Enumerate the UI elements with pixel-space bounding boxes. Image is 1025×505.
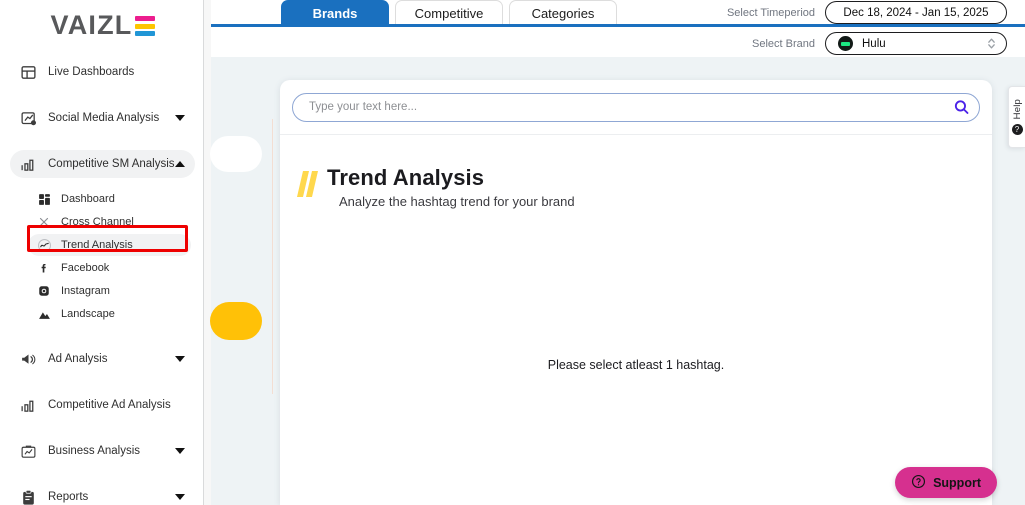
sidebar-subitem-instagram[interactable]: Instagram [28, 280, 191, 302]
sidebar-item-reports[interactable]: Reports [10, 483, 195, 505]
sidebar-subnav-competitive-sm: Dashboard Cross Channel Trend Analysis F… [0, 188, 205, 325]
sidebar-nav: Live Dashboards Social Media Analysis Co… [0, 58, 205, 505]
background-pill-white [210, 136, 262, 172]
background-pill-yellow [210, 302, 262, 340]
chart-badge-icon [18, 108, 38, 128]
grid-icon [36, 191, 52, 207]
sidebar-item-label: Competitive Ad Analysis [48, 399, 171, 411]
cross-icon [36, 214, 52, 230]
help-tab[interactable]: Help ? [1008, 86, 1025, 148]
search-area [280, 80, 992, 135]
sidebar-subitem-dashboard[interactable]: Dashboard [28, 188, 191, 210]
sidebar-item-label: Reports [48, 491, 89, 503]
sidebar-item-label: Live Dashboards [48, 66, 135, 78]
brand-value: Hulu [862, 37, 886, 50]
background-accent-line [272, 119, 273, 394]
briefcase-chart-icon [18, 441, 38, 461]
sidebar-item-label: Ad Analysis [48, 353, 108, 365]
sidebar-subitem-label: Facebook [61, 262, 110, 274]
chevron-updown-icon[interactable] [987, 37, 996, 50]
sidebar-subitem-facebook[interactable]: Facebook [28, 257, 191, 279]
top-bar: Brands Competitive Categories Select Tim… [211, 0, 1025, 57]
support-label: Support [933, 475, 981, 490]
megaphone-icon [18, 349, 38, 369]
landscape-icon [36, 306, 52, 322]
timeperiod-selector[interactable]: Dec 18, 2024 - Jan 15, 2025 [825, 1, 1007, 24]
brand-selector-row: Select Brand Hulu [752, 31, 1007, 56]
chevron-down-icon[interactable] [175, 115, 185, 121]
search-wrapper [292, 92, 980, 122]
tab-competitive[interactable]: Competitive [395, 0, 503, 25]
sidebar-item-ad-analysis[interactable]: Ad Analysis [10, 345, 195, 373]
sidebar-item-business-analysis[interactable]: Business Analysis [10, 437, 195, 465]
sidebar-item-competitive-sm-analysis[interactable]: Competitive SM Analysis [10, 150, 195, 178]
sidebar-subitem-trend-analysis[interactable]: Trend Analysis [28, 234, 191, 256]
sidebar: VAIZL Live Dashboards Social Media Analy… [0, 0, 205, 505]
sidebar-subitem-label: Instagram [61, 285, 110, 297]
title-texts: Trend Analysis Analyze the hashtag trend… [327, 165, 575, 209]
sidebar-subitem-label: Cross Channel [61, 216, 134, 228]
chevron-down-icon[interactable] [175, 494, 185, 500]
title-accent-bars-icon [296, 171, 319, 197]
sidebar-item-label: Social Media Analysis [48, 112, 160, 124]
logo-e-mark [134, 16, 155, 36]
content-card: Trend Analysis Analyze the hashtag trend… [280, 80, 992, 505]
trend-line-icon [36, 237, 52, 253]
help-circle-icon: ? [1011, 123, 1023, 135]
sidebar-scrollbar-track[interactable] [204, 0, 415, 505]
search-input[interactable] [292, 92, 980, 122]
tab-brands[interactable]: Brands [281, 0, 389, 25]
clipboard-icon [18, 487, 38, 505]
sidebar-subitem-cross-channel[interactable]: Cross Channel [28, 211, 191, 233]
sidebar-subitem-label: Dashboard [61, 193, 115, 205]
page-title-block: Trend Analysis Analyze the hashtag trend… [280, 135, 992, 209]
instagram-icon [36, 283, 52, 299]
timeperiod-selector-row: Select Timeperiod Dec 18, 2024 - Jan 15,… [727, 0, 1007, 25]
tab-label: Categories [531, 5, 595, 21]
sidebar-subitem-landscape[interactable]: Landscape [28, 303, 191, 325]
sidebar-item-competitive-ad-analysis[interactable]: Competitive Ad Analysis [10, 391, 195, 419]
sidebar-item-label: Competitive SM Analysis [48, 158, 175, 170]
facebook-icon [36, 260, 52, 276]
logo-text: VAIZL [50, 9, 133, 40]
tab-categories[interactable]: Categories [509, 0, 617, 25]
tab-label: Competitive [414, 5, 484, 21]
chevron-down-icon[interactable] [175, 356, 185, 362]
help-tab-label: Help [1011, 99, 1023, 120]
page-subtitle: Analyze the hashtag trend for your brand [339, 194, 575, 209]
empty-state-message: Please select atleast 1 hashtag. [547, 358, 725, 372]
app-root: VAIZL Live Dashboards Social Media Analy… [0, 0, 1025, 505]
layout-dashboard-icon [18, 62, 38, 82]
chevron-down-icon[interactable] [175, 448, 185, 454]
chevron-up-icon[interactable] [175, 161, 185, 167]
tab-label: Brands [312, 5, 358, 21]
sidebar-subitem-label: Landscape [61, 308, 115, 320]
search-button[interactable] [953, 99, 970, 116]
sidebar-subitem-label: Trend Analysis [61, 239, 133, 251]
timeperiod-label: Select Timeperiod [726, 6, 815, 19]
hulu-avatar-icon [838, 36, 853, 51]
app-logo[interactable]: VAIZL [0, 2, 205, 48]
question-circle-icon [911, 474, 926, 492]
sidebar-item-social-media-analysis[interactable]: Social Media Analysis [10, 104, 195, 132]
page-title: Trend Analysis [327, 165, 485, 190]
tab-bar: Brands Competitive Categories [281, 0, 617, 25]
sidebar-item-label: Business Analysis [48, 445, 141, 457]
brand-selector[interactable]: Hulu [825, 32, 1007, 55]
sidebar-item-live-dashboards[interactable]: Live Dashboards [10, 58, 195, 86]
bar-chart-icon [18, 395, 38, 415]
support-button[interactable]: Support [895, 467, 997, 498]
brand-label: Select Brand [752, 37, 815, 50]
bar-chart-icon [18, 154, 38, 174]
timeperiod-value: Dec 18, 2024 - Jan 15, 2025 [843, 6, 989, 19]
